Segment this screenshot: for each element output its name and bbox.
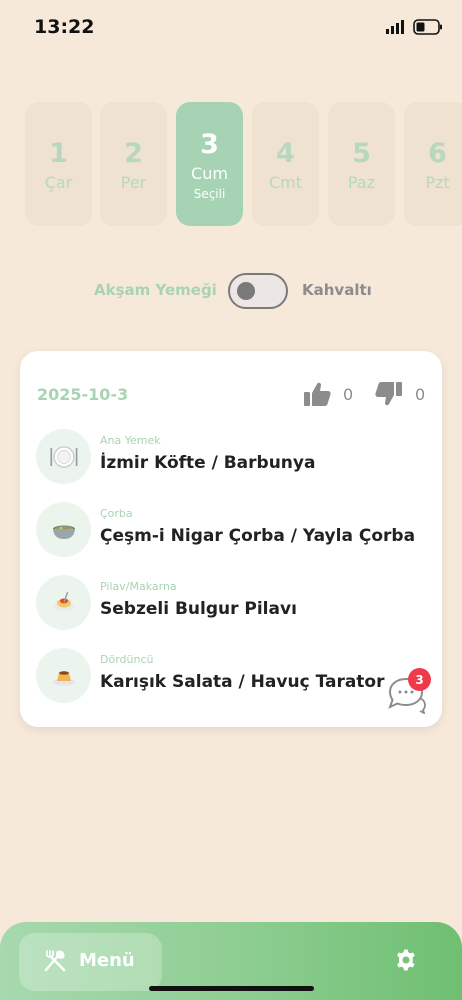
day-name: Paz <box>347 172 376 192</box>
course-category: Pilav/Makarna <box>100 580 177 593</box>
day-number: 2 <box>124 137 143 169</box>
menu-tab-button[interactable]: Menü <box>19 933 162 991</box>
menu-tab-label: Menü <box>79 950 135 971</box>
day-number: 5 <box>352 137 371 169</box>
course-dish: Sebzeli Bulgur Pilavı <box>100 599 297 619</box>
course-category: Ana Yemek <box>100 434 161 447</box>
day-card-1[interactable]: 1 Çar <box>25 102 92 226</box>
day-name: Cum <box>191 163 228 183</box>
toggle-knob <box>237 282 255 300</box>
dessert-icon <box>36 648 91 703</box>
status-time: 13:22 <box>34 16 95 38</box>
course-dish: Karışık Salata / Havuç Tarator <box>100 672 385 692</box>
day-number: 6 <box>428 137 447 169</box>
like-count: 0 <box>343 385 354 404</box>
breakfast-label[interactable]: Kahvaltı <box>302 281 372 299</box>
home-indicator <box>149 986 314 991</box>
menu-card: 2025-10-3 0 0 Ana Yemek İzmir Köfte / Ba… <box>20 351 442 727</box>
fork-knife-icon <box>44 950 66 972</box>
day-card-3-selected[interactable]: 3 Cum Seçili <box>176 102 243 226</box>
day-name: Çar <box>44 172 73 192</box>
pasta-icon <box>36 575 91 630</box>
day-selector: 1 Çar 2 Per 3 Cum Seçili 4 Cmt 5 Paz 6 P… <box>25 102 462 226</box>
thumbs-up-icon[interactable] <box>303 381 331 407</box>
status-bar: 13:22 <box>0 0 462 56</box>
soup-bowl-icon <box>36 502 91 557</box>
day-number: 4 <box>276 137 295 169</box>
day-name: Pzt <box>425 172 450 192</box>
day-card-4[interactable]: 4 Cmt <box>252 102 319 226</box>
menu-date: 2025-10-3 <box>37 385 129 404</box>
day-name: Cmt <box>268 172 303 192</box>
meal-toggle-switch[interactable] <box>228 273 288 309</box>
dinner-label[interactable]: Akşam Yemeği <box>94 281 217 299</box>
course-category: Dördüncü <box>100 653 154 666</box>
course-dish: Çeşm-i Nigar Çorba / Yayla Çorba <box>100 526 416 546</box>
course-row-rice: Pilav/Makarna Sebzeli Bulgur Pilavı <box>36 575 426 631</box>
comment-count-badge: 3 <box>408 668 431 691</box>
day-card-6[interactable]: 6 Pzt <box>404 102 462 226</box>
gear-icon[interactable] <box>394 948 418 972</box>
day-number: 3 <box>200 128 219 160</box>
day-card-5[interactable]: 5 Paz <box>328 102 395 226</box>
thumbs-down-icon[interactable] <box>375 381 403 407</box>
course-row-main: Ana Yemek İzmir Köfte / Barbunya <box>36 429 426 485</box>
dislike-count: 0 <box>415 385 426 404</box>
day-card-2[interactable]: 2 Per <box>100 102 167 226</box>
course-category: Çorba <box>100 507 133 520</box>
plate-icon <box>36 429 91 484</box>
meal-toggle-row: Akşam Yemeği Kahvaltı <box>0 272 462 310</box>
course-row-fourth: Dördüncü Karışık Salata / Havuç Tarator <box>36 648 426 704</box>
battery-icon <box>413 19 442 35</box>
day-name: Per <box>120 172 147 192</box>
day-number: 1 <box>49 137 68 169</box>
course-dish: İzmir Köfte / Barbunya <box>100 453 316 473</box>
bottom-nav: Menü <box>0 922 462 1000</box>
course-row-soup: Çorba Çeşm-i Nigar Çorba / Yayla Çorba <box>36 502 426 558</box>
cellular-signal-icon <box>386 20 404 34</box>
selected-label: Seçili <box>193 186 226 201</box>
